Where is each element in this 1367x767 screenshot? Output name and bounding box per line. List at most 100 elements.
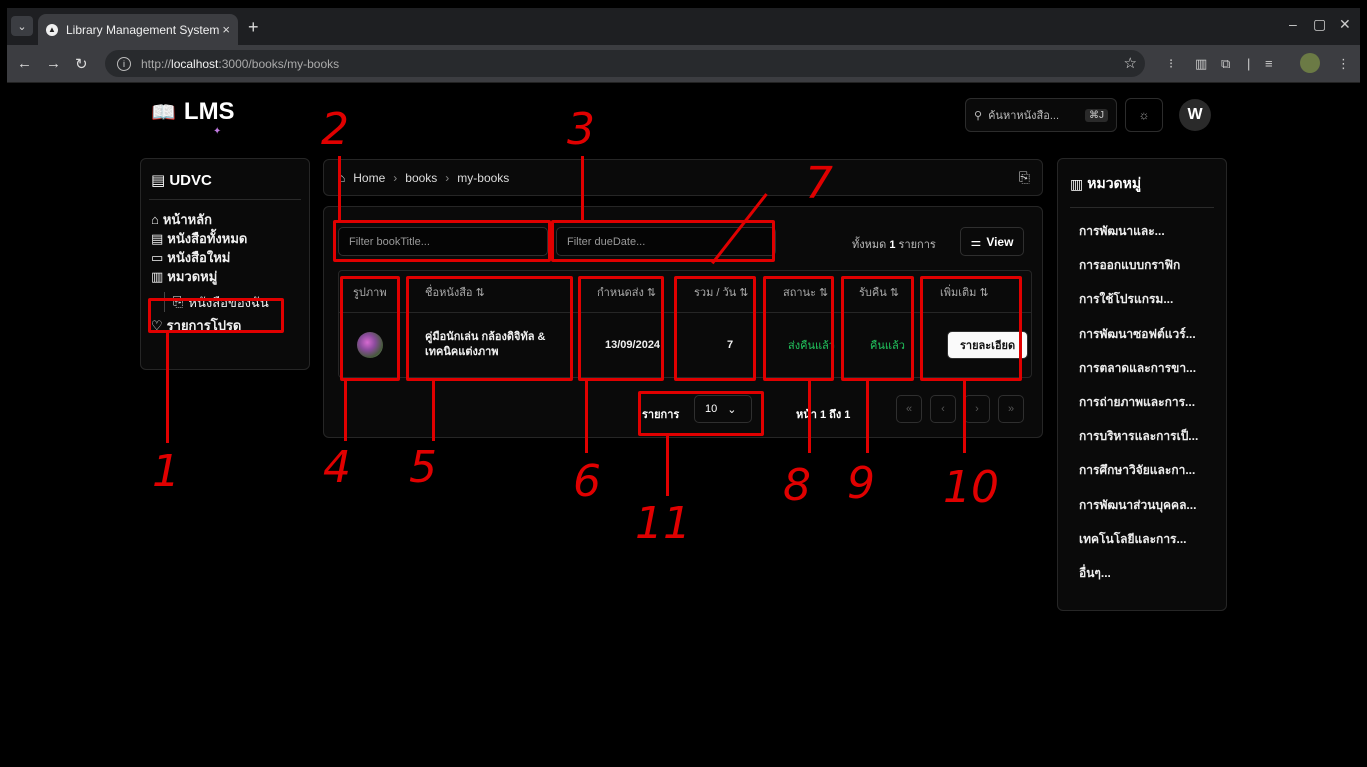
profile-icon[interactable] <box>1300 53 1320 73</box>
divider <box>149 199 301 200</box>
site-info-icon[interactable]: i <box>117 56 131 71</box>
annotation-label-11: 11 <box>635 498 691 549</box>
category-item[interactable]: การใช้โปรแกรม... <box>1070 290 1214 324</box>
annotation-label-1: 1 <box>152 446 180 497</box>
sidebar-item-all-books[interactable]: ▤ หนังสือทั้งหมด <box>149 229 301 248</box>
search-button[interactable]: ⚲ ค้นหาหนังสือ... ⌘J <box>965 98 1117 132</box>
screenshot-frame: ⌄ ▲ Library Management System × + – ▢ ✕ … <box>7 8 1360 759</box>
category-item[interactable]: การพัฒนาส่วนบุคคล... <box>1070 496 1214 530</box>
logo-text: LMS <box>183 98 235 125</box>
new-tab-button[interactable]: + <box>248 17 259 38</box>
tab-favicon-icon: ▲ <box>46 23 58 36</box>
sidebar-item-label: หนังสือทั้งหมด <box>167 231 248 246</box>
categories-title: ▥ หมวดหมู่ <box>1070 173 1214 195</box>
annotation-label-8: 8 <box>783 460 811 511</box>
view-options-button[interactable]: ⚌ View <box>960 227 1024 256</box>
page-content: 📖 LMS ✦ ⚲ ค้นหาหนังสือ... ⌘J ☼ W ▤ UDVC … <box>7 84 1360 759</box>
category-item[interactable]: การถ่ายภาพและการ... <box>1070 393 1214 427</box>
category-item[interactable]: อื่นๆ... <box>1070 564 1214 598</box>
sidebar-title: ▤ UDVC <box>149 171 301 189</box>
categories-title-text: หมวดหมู่ <box>1087 175 1142 191</box>
annotation-line-10 <box>963 381 966 453</box>
category-item[interactable]: การออกแบบกราฟิก <box>1070 256 1214 290</box>
sidebar-item-label: หน้าหลัก <box>162 212 213 227</box>
url-prefix: http:// <box>141 56 172 71</box>
sidebar-item-label: หนังสือใหม่ <box>167 250 231 265</box>
bookmark-star-icon[interactable]: ☆ <box>1124 54 1137 72</box>
sidebar-item-categories[interactable]: ▥ หมวดหมู่ <box>149 267 301 286</box>
total-suffix: รายการ <box>898 239 936 251</box>
annotation-line-3 <box>581 156 584 220</box>
divider: | <box>1247 56 1251 71</box>
breadcrumb-home[interactable]: Home <box>353 171 385 185</box>
tab-search-button[interactable]: ⌄ <box>11 16 33 36</box>
annotation-box-7 <box>674 276 756 381</box>
category-item[interactable]: การบริหารและการเป็... <box>1070 427 1214 461</box>
annotation-line-6 <box>585 381 588 453</box>
category-item[interactable]: การศึกษาวิจัยและกา... <box>1070 461 1214 495</box>
annotation-box-4 <box>340 276 400 381</box>
sliders-icon: ⚌ <box>970 234 982 249</box>
close-window-icon[interactable]: ✕ <box>1339 16 1351 33</box>
sidebar-title-text: UDVC <box>169 172 212 189</box>
extension-icon[interactable]: ▥ <box>1195 56 1207 72</box>
breadcrumb-my-books[interactable]: my-books <box>457 171 509 185</box>
extension-icon[interactable]: ⁝ <box>1169 56 1173 72</box>
sun-icon: ☼ <box>1138 108 1150 122</box>
book-icon: ▤ <box>151 172 170 189</box>
annotation-label-2: 2 <box>321 104 349 155</box>
bookmark-icon[interactable]: ⎘ <box>1019 169 1030 186</box>
category-item[interactable]: เทคโนโลยีและการ... <box>1070 530 1214 564</box>
annotation-label-10: 10 <box>943 462 999 513</box>
minimize-icon[interactable]: – <box>1289 16 1297 32</box>
tab-close-icon[interactable]: × <box>222 22 230 37</box>
annotation-label-7: 7 <box>805 158 833 209</box>
browser-tab[interactable]: ▲ Library Management System × <box>38 14 238 45</box>
site-logo[interactable]: 📖 LMS ✦ <box>151 98 235 137</box>
total-count: ทั้งหมด 1 รายการ <box>852 235 936 253</box>
url-field[interactable]: i http://localhost:3000/books/my-books ☆ <box>105 50 1145 77</box>
media-control-icon[interactable]: ≡ <box>1265 56 1273 71</box>
annotation-line-2 <box>338 156 341 220</box>
categories-panel: ▥ หมวดหมู่ การพัฒนาและ... การออกแบบกราฟิก… <box>1057 158 1227 611</box>
breadcrumb-separator: › <box>393 170 398 185</box>
restore-icon[interactable]: ▢ <box>1313 16 1326 33</box>
theme-toggle-button[interactable]: ☼ <box>1125 98 1163 132</box>
search-shortcut: ⌘J <box>1085 108 1108 122</box>
prev-page-button[interactable]: ‹ <box>930 395 956 423</box>
browser-address-bar: ← → ↻ i http://localhost:3000/books/my-b… <box>7 45 1360 83</box>
annotation-label-5: 5 <box>409 442 437 493</box>
extensions-puzzle-icon[interactable]: ⧉ <box>1221 56 1230 72</box>
sidebar-item-home[interactable]: ⌂ หน้าหลัก <box>149 210 301 229</box>
reload-icon[interactable]: ↻ <box>75 55 88 73</box>
annotation-box-8 <box>763 276 834 381</box>
open-book-icon: 📖 <box>151 101 176 124</box>
annotation-line-5 <box>432 381 435 441</box>
category-icon: ▥ <box>151 268 164 284</box>
last-page-button[interactable]: » <box>998 395 1024 423</box>
first-page-button[interactable]: « <box>896 395 922 423</box>
next-page-button[interactable]: › <box>964 395 990 423</box>
divider <box>1070 207 1214 208</box>
category-item[interactable]: การพัฒนาและ... <box>1070 222 1214 256</box>
sidebar-item-new-books[interactable]: ▭ หนังสือใหม่ <box>149 248 301 267</box>
annotation-box-10 <box>920 276 1022 381</box>
annotation-line-8 <box>808 381 811 453</box>
annotation-box-1 <box>148 298 284 333</box>
annotation-box-11 <box>638 391 764 436</box>
category-item[interactable]: การพัฒนาซอฟต์แวร์... <box>1070 325 1214 359</box>
sidebar-item-label: หมวดหมู่ <box>167 269 218 284</box>
annotation-box-9 <box>841 276 914 381</box>
annotation-line-1 <box>166 333 169 443</box>
breadcrumb: ⌂ Home › books › my-books ⎘ <box>323 159 1043 196</box>
browser-menu-icon[interactable]: ⋮ <box>1337 56 1350 72</box>
user-avatar[interactable]: W <box>1179 99 1211 131</box>
forward-icon[interactable]: → <box>46 55 61 72</box>
total-number: 1 <box>889 239 896 251</box>
annotation-label-9: 9 <box>847 458 875 509</box>
back-icon[interactable]: ← <box>17 55 32 72</box>
sparkle-icon: ✦ <box>213 126 222 137</box>
breadcrumb-books[interactable]: books <box>405 171 437 185</box>
category-item[interactable]: การตลาดและการขา... <box>1070 359 1214 393</box>
url-path: :3000/books/my-books <box>218 56 340 71</box>
